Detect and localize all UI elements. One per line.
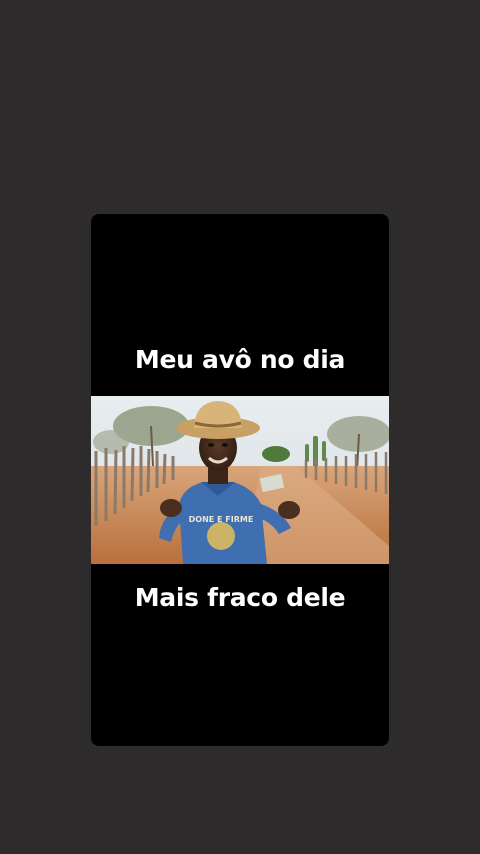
meme-bottom-caption: Mais fraco dele [134,583,346,612]
meme-card: Meu avô no dia DONE E FIRME Mais fraco d… [91,214,389,746]
meme-photo: DONE E FIRME [91,396,389,564]
meme-top-caption: Meu avô no dia [134,345,346,374]
page-background: Meu avô no dia DONE E FIRME Mais fraco d… [0,0,480,854]
shirt-print-text: DONE E FIRME [189,515,254,524]
